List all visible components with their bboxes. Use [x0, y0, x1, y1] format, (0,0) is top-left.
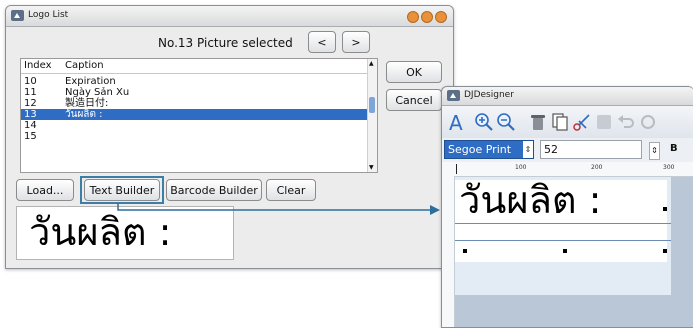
selection-handle[interactable] — [663, 207, 667, 211]
list-item[interactable]: 13 วันผลิต : — [21, 109, 367, 120]
list-item-caption: วันผลิต : — [65, 109, 103, 120]
list-item-index: 14 — [24, 120, 37, 131]
designer-titlebar[interactable]: DJDesigner — [442, 87, 693, 106]
app-logo-icon — [11, 10, 24, 21]
column-header-index[interactable]: Index — [24, 59, 52, 73]
minimize-icon[interactable] — [407, 11, 419, 23]
text-builder-button[interactable]: Text Builder — [84, 179, 160, 201]
cut-icon[interactable] — [572, 112, 592, 132]
list-item[interactable]: 12 製造日付: — [21, 98, 367, 109]
svg-text:A: A — [449, 112, 463, 132]
next-button[interactable]: > — [342, 31, 370, 53]
ruler-label-300: 300 — [663, 164, 675, 171]
zoom-out-icon[interactable] — [496, 112, 516, 132]
canvas-text-object[interactable]: วันผลิต : — [459, 177, 601, 225]
font-a-icon[interactable]: A — [448, 112, 468, 132]
selection-handle[interactable] — [563, 249, 567, 253]
bold-button[interactable]: B — [670, 143, 678, 154]
scroll-up-icon[interactable]: ▲ — [369, 60, 374, 67]
disabled-tool-icon — [597, 115, 611, 129]
vertical-ruler — [442, 176, 455, 327]
preview-text: วันผลิต : — [29, 210, 172, 254]
ruler-label-100: 100 — [515, 164, 527, 171]
font-name-select[interactable]: Segoe Print ⇕ — [444, 140, 534, 159]
trash-icon[interactable] — [528, 112, 548, 132]
list-item-index: 13 — [24, 109, 37, 120]
selection-status: No.13 Picture selected — [158, 36, 293, 50]
list-header: Index Caption — [21, 59, 367, 74]
logo-list-box[interactable]: Index Caption 10 Expiration 11 Ngày Sản Xu 1… — [20, 58, 378, 173]
selection-handle[interactable] — [663, 249, 667, 253]
scroll-down-icon[interactable]: ▼ — [369, 164, 374, 171]
app-logo-icon — [447, 90, 460, 101]
guide-line-bottom — [455, 240, 671, 241]
logo-preview: วันผลิต : — [16, 206, 234, 260]
logo-list-titlebar[interactable]: Logo List — [6, 6, 453, 27]
ruler-label-200: 200 — [591, 164, 603, 171]
previous-button[interactable]: < — [308, 31, 336, 53]
list-item-caption: Ngày Sản Xu — [65, 87, 130, 98]
selection-handle[interactable] — [463, 249, 467, 253]
list-item-index: 11 — [24, 87, 37, 98]
copy-icon[interactable] — [550, 112, 570, 132]
font-size-stepper-icon[interactable]: ⇕ — [649, 142, 660, 160]
list-scrollbar[interactable]: ▲ ▼ — [367, 59, 377, 172]
font-name-value: Segoe Print — [448, 143, 512, 156]
column-header-caption[interactable]: Caption — [65, 59, 104, 73]
clear-button[interactable]: Clear — [266, 179, 316, 201]
ok-button[interactable]: OK — [386, 61, 442, 83]
list-item[interactable]: 15 — [21, 131, 367, 142]
logo-list-window: Logo List No.13 Picture selected < > Ind… — [5, 5, 454, 269]
scrollbar-thumb[interactable] — [369, 97, 375, 113]
spin-icon[interactable] — [638, 112, 658, 132]
window-title: Logo List — [28, 10, 69, 20]
list-item-index: 15 — [24, 131, 37, 142]
designer-window: DJDesigner A Segoe Print ⇕ 52 ⇕ B 100 20… — [441, 86, 693, 328]
chevron-updown-icon[interactable]: ⇕ — [523, 141, 533, 158]
undo-icon[interactable] — [616, 112, 636, 132]
load-button[interactable]: Load... — [16, 179, 74, 201]
ruler-marker — [456, 164, 457, 174]
design-canvas[interactable]: วันผลิต : — [455, 177, 671, 295]
list-item-index: 10 — [24, 76, 37, 87]
maximize-icon[interactable] — [421, 11, 433, 23]
font-size-field[interactable]: 52 — [540, 140, 642, 159]
font-size-value: 52 — [544, 143, 558, 156]
list-item-caption: Expiration — [65, 76, 116, 87]
cancel-button[interactable]: Cancel — [386, 89, 442, 111]
list-item-index: 12 — [24, 98, 37, 109]
designer-toolbar: A — [442, 106, 693, 138]
list-rows: 10 Expiration 11 Ngày Sản Xu 12 製造日付: 13 วันผลิ… — [21, 76, 367, 172]
designer-title: DJDesigner — [464, 90, 514, 100]
zoom-in-icon[interactable] — [474, 112, 494, 132]
horizontal-ruler: 100 200 300 — [442, 162, 693, 177]
list-item[interactable]: 10 Expiration — [21, 76, 367, 87]
list-item-caption: 製造日付: — [65, 98, 109, 109]
list-item[interactable]: 14 — [21, 120, 367, 131]
barcode-builder-button[interactable]: Barcode Builder — [166, 179, 262, 201]
close-icon[interactable] — [435, 11, 447, 23]
list-item[interactable]: 11 Ngày Sản Xu — [21, 87, 367, 98]
font-row: Segoe Print ⇕ 52 ⇕ B — [442, 138, 693, 162]
